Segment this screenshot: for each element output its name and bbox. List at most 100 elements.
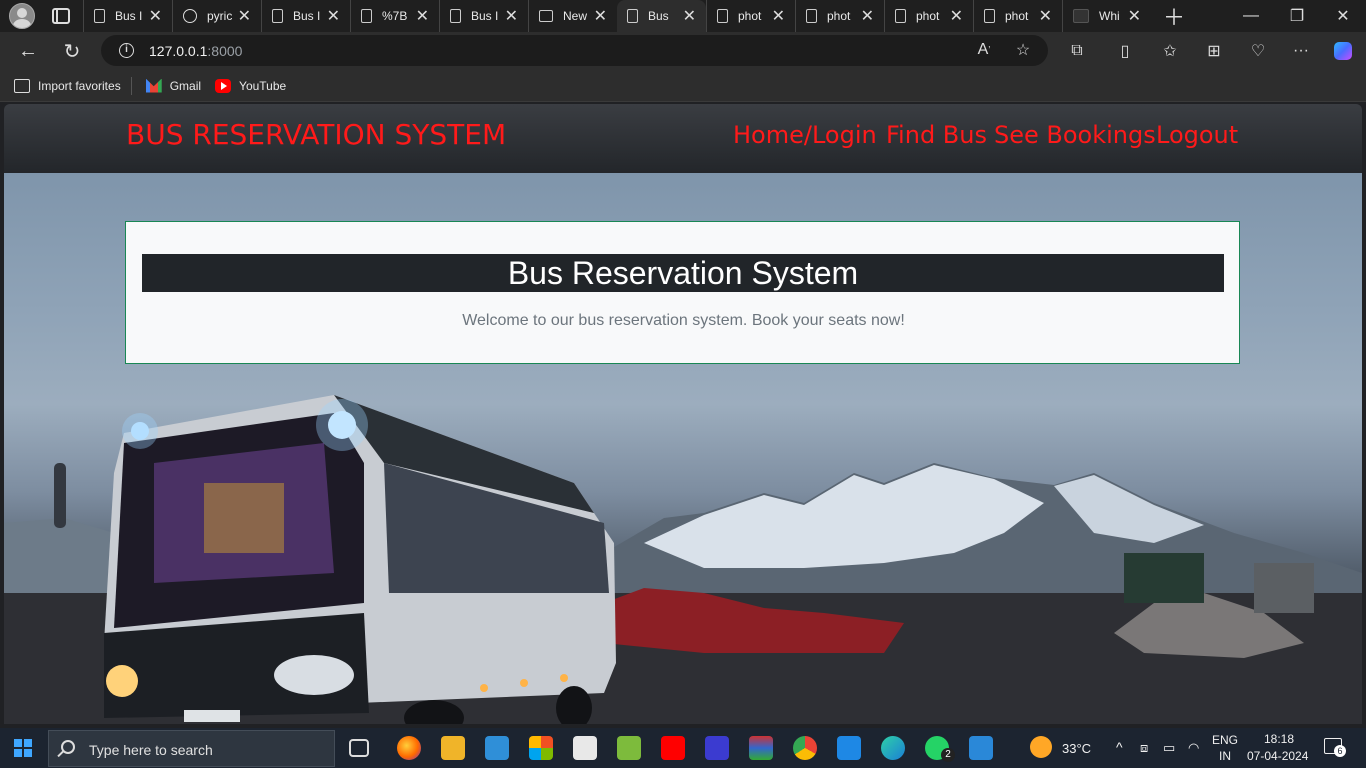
weather-icon[interactable]: [1030, 736, 1052, 758]
address-url: 127.0.0.1:8000: [149, 43, 243, 59]
close-tab-icon[interactable]: ✕: [327, 6, 340, 26]
youtube-icon: [215, 78, 232, 93]
windows-start-icon[interactable]: [14, 739, 32, 757]
refresh-icon[interactable]: ↻: [57, 36, 87, 66]
profile-avatar-icon[interactable]: [9, 3, 35, 29]
tab-title: New: [563, 9, 588, 23]
tab-title: phot: [916, 9, 940, 23]
weather-temp[interactable]: 33°C: [1062, 741, 1091, 756]
chrome-icon[interactable]: [793, 736, 817, 760]
split-screen-icon[interactable]: ▯: [1115, 41, 1135, 61]
nav-see-bookings[interactable]: See Bookings: [994, 121, 1156, 149]
show-hidden-icons-chevron-icon[interactable]: ^: [1116, 739, 1123, 755]
browser-tab[interactable]: phot ✕: [884, 0, 973, 32]
page-icon: [627, 9, 638, 23]
page-icon: [94, 9, 105, 23]
page-icon: [717, 9, 728, 23]
close-tab-icon[interactable]: ✕: [238, 6, 251, 26]
card-title: Bus Reservation System: [142, 254, 1224, 292]
address-bar[interactable]: i 127.0.0.1:8000 Aʼ ☆: [101, 35, 1048, 66]
clock-date[interactable]: 07-04-2024: [1247, 749, 1308, 763]
new-tab-plus-icon[interactable]: ＋: [1163, 0, 1185, 32]
close-tab-icon[interactable]: ✕: [1039, 6, 1052, 26]
nav-logout[interactable]: Logout: [1156, 121, 1238, 149]
file-explorer-icon[interactable]: [441, 736, 465, 760]
battery-icon[interactable]: ▭: [1163, 740, 1175, 756]
youtube-app-icon[interactable]: [661, 736, 685, 760]
browser-tab[interactable]: Whi ✕: [1062, 0, 1151, 32]
read-aloud-icon[interactable]: Aʼ: [974, 40, 994, 60]
site-navbar: BUS RESERVATION SYSTEM Home/Login Find B…: [4, 104, 1362, 173]
python-file-icon[interactable]: [573, 736, 597, 760]
restore-icon[interactable]: ❐: [1274, 0, 1320, 32]
close-tab-icon[interactable]: ✕: [772, 6, 785, 26]
notifications-icon[interactable]: 6: [1324, 738, 1346, 757]
browser-tab[interactable]: pyric ✕: [172, 0, 261, 32]
extensions-icon[interactable]: ⧉: [1067, 41, 1087, 61]
favorites-icon[interactable]: ✩: [1160, 41, 1180, 61]
browser-tab[interactable]: Bus I ✕: [261, 0, 350, 32]
minimize-icon[interactable]: —: [1228, 0, 1274, 32]
close-window-icon[interactable]: ✕: [1320, 0, 1366, 32]
site-brand[interactable]: BUS RESERVATION SYSTEM: [126, 118, 506, 151]
region-label[interactable]: IN: [1219, 749, 1231, 763]
browser-tab[interactable]: %7B ✕: [350, 0, 439, 32]
tab-title: Bus I: [293, 9, 321, 23]
nav-home-login[interactable]: Home/Login: [733, 121, 877, 149]
favorite-gmail[interactable]: Gmail: [145, 78, 201, 93]
close-tab-icon[interactable]: ✕: [594, 6, 607, 26]
welcome-card: Bus Reservation System Welcome to our bu…: [125, 221, 1240, 364]
browser-tab[interactable]: New ✕: [528, 0, 617, 32]
tab-title: phot: [738, 9, 762, 23]
close-tab-icon[interactable]: ✕: [149, 6, 162, 26]
import-icon: [14, 78, 30, 93]
webex-icon[interactable]: [705, 736, 729, 760]
clock-time[interactable]: 18:18: [1264, 732, 1294, 746]
windows-taskbar: Type here to search 2 33°C ^ ⧈ ▭ ◠ ENG I…: [0, 728, 1366, 768]
browser-essentials-icon[interactable]: ♡: [1248, 41, 1268, 61]
taskbar-search-box[interactable]: Type here to search: [48, 730, 335, 767]
back-arrow-icon[interactable]: ←: [13, 36, 43, 66]
github-icon: [183, 9, 197, 23]
photos-icon[interactable]: [969, 736, 993, 760]
close-tab-icon[interactable]: ✕: [950, 6, 963, 26]
site-info-icon[interactable]: i: [119, 43, 134, 58]
close-tab-icon[interactable]: ✕: [505, 6, 518, 26]
close-tab-icon[interactable]: ✕: [1128, 6, 1141, 26]
meet-now-icon[interactable]: ⧈: [1140, 740, 1148, 756]
favorites-bar: Import favorites Gmail YouTube: [0, 70, 1366, 102]
vscode-icon[interactable]: [837, 736, 861, 760]
language-label[interactable]: ENG: [1212, 733, 1238, 747]
close-tab-icon[interactable]: ✕: [416, 6, 429, 26]
browser-tab[interactable]: Bus I ✕: [83, 0, 172, 32]
browser-tab[interactable]: Bus I ✕: [439, 0, 528, 32]
card-subtitle: Welcome to our bus reservation system. B…: [462, 312, 905, 329]
browser-tab[interactable]: phot ✕: [973, 0, 1062, 32]
tab-title: pyric: [207, 9, 232, 23]
copilot-icon[interactable]: [1333, 41, 1353, 61]
close-tab-icon[interactable]: ✕: [683, 6, 696, 26]
search-placeholder: Type here to search: [89, 742, 213, 758]
edge-icon[interactable]: [872, 728, 914, 768]
favorite-youtube[interactable]: YouTube: [215, 78, 286, 93]
favorite-import[interactable]: Import favorites: [14, 78, 121, 93]
whatsapp-icon[interactable]: 2: [925, 736, 955, 762]
firefox-icon[interactable]: [397, 736, 421, 760]
close-tab-icon[interactable]: ✕: [861, 6, 874, 26]
microsoft-store-icon[interactable]: [529, 736, 553, 760]
browser-tab-bar: Bus I ✕ pyric ✕ Bus I ✕ %7B ✕ Bus I ✕ New ✕ Bus ✕ phot…: [0, 0, 1366, 32]
task-view-icon[interactable]: [349, 739, 369, 757]
collections-icon[interactable]: ⊞: [1204, 41, 1224, 61]
notepad-icon[interactable]: [617, 736, 641, 760]
browser-tab[interactable]: phot ✕: [706, 0, 795, 32]
browser-tab[interactable]: Bus ✕: [617, 0, 706, 32]
settings-more-icon[interactable]: ···: [1291, 41, 1311, 61]
tab-actions-icon[interactable]: [52, 8, 70, 24]
favorite-star-icon[interactable]: ☆: [1013, 40, 1033, 60]
wifi-icon[interactable]: ◠: [1188, 740, 1199, 756]
winrar-icon[interactable]: [749, 736, 773, 760]
nav-find-bus[interactable]: Find Bus: [886, 121, 987, 149]
browser-tab[interactable]: phot ✕: [795, 0, 884, 32]
page-viewport: BUS RESERVATION SYSTEM Home/Login Find B…: [4, 104, 1362, 724]
mail-icon[interactable]: [485, 736, 509, 760]
